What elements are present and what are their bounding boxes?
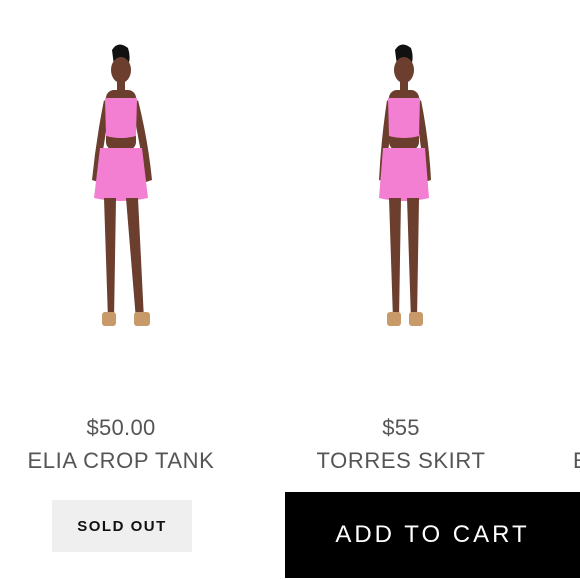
add-to-cart-button[interactable]: ADD TO CART — [285, 492, 580, 578]
next-product-name-peek[interactable]: E — [573, 448, 580, 474]
product-price: $55 — [382, 415, 420, 440]
product-card[interactable]: $55 TORRES SKIRT ADD TO CART — [285, 0, 580, 580]
product-image[interactable] — [285, 0, 580, 395]
product-name[interactable]: TORRES SKIRT — [285, 448, 517, 474]
product-image[interactable] — [0, 0, 242, 395]
sold-out-button[interactable]: SOLD OUT — [52, 500, 192, 552]
product-price: $50.00 — [86, 415, 156, 440]
product-name[interactable]: ELIA CROP TANK — [0, 448, 242, 474]
product-card[interactable]: $50.00 ELIA CROP TANK SOLD OUT — [0, 0, 242, 580]
model-figure — [92, 44, 152, 326]
model-figure — [379, 44, 431, 326]
